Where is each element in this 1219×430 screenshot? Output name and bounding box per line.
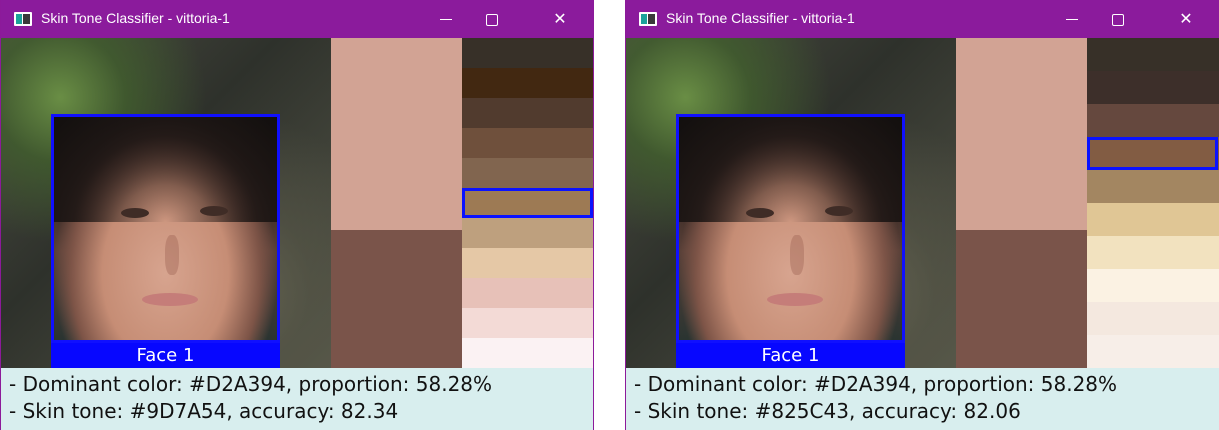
dominant-color-panel <box>956 38 1087 368</box>
app-icon <box>14 12 32 26</box>
desktop-screen: Skin Tone Classifier - vittoria-1 ✕ Face… <box>0 0 1219 430</box>
close-icon[interactable]: ✕ <box>537 0 583 38</box>
classifier-content: Face 1 <box>626 38 1219 368</box>
selected-skin-tone-outline <box>1087 137 1218 170</box>
dominant-color-secondary <box>956 230 1087 368</box>
title-bar[interactable]: Skin Tone Classifier - vittoria-1 ✕ <box>626 0 1219 38</box>
selected-skin-tone-outline <box>462 188 593 218</box>
dominant-color-secondary <box>331 230 462 368</box>
title-bar[interactable]: Skin Tone Classifier - vittoria-1 ✕ <box>1 0 593 38</box>
dominant-color-info: - Dominant color: #D2A394, proportion: 5… <box>634 372 1118 396</box>
palette-swatch <box>1087 236 1219 269</box>
palette-swatch <box>1087 302 1219 335</box>
window-title: Skin Tone Classifier - vittoria-1 <box>41 10 230 26</box>
palette-swatch <box>1087 170 1219 203</box>
dominant-color-info: - Dominant color: #D2A394, proportion: 5… <box>9 372 493 396</box>
dominant-color-panel <box>331 38 462 368</box>
classification-info: - Dominant color: #D2A394, proportion: 5… <box>1 368 593 430</box>
palette-swatch <box>462 338 593 368</box>
detected-face-box <box>676 114 905 343</box>
minimize-icon[interactable] <box>423 0 469 38</box>
palette-swatch <box>462 278 593 308</box>
classifier-window-right: Skin Tone Classifier - vittoria-1 ✕ Face… <box>625 0 1219 430</box>
palette-swatch <box>462 98 593 128</box>
dominant-color-primary <box>956 38 1087 230</box>
palette-swatch <box>462 308 593 338</box>
palette-swatch <box>1087 71 1219 104</box>
palette-swatch <box>462 128 593 158</box>
palette-swatch <box>1087 104 1219 137</box>
face-label: Face 1 <box>676 343 905 368</box>
maximize-icon[interactable] <box>1095 0 1141 38</box>
face-label: Face 1 <box>51 343 280 368</box>
palette-swatch <box>1087 269 1219 302</box>
minimize-icon[interactable] <box>1049 0 1095 38</box>
skin-tone-info: - Skin tone: #825C43, accuracy: 82.06 <box>634 399 1021 423</box>
detected-face-box <box>51 114 280 343</box>
palette-swatch <box>1087 203 1219 236</box>
classifier-window-left: Skin Tone Classifier - vittoria-1 ✕ Face… <box>0 0 594 430</box>
dominant-color-primary <box>331 38 462 230</box>
classifier-content: Face 1 <box>1 38 593 368</box>
skin-tone-palette <box>1087 38 1219 368</box>
close-icon[interactable]: ✕ <box>1163 0 1209 38</box>
palette-swatch <box>462 68 593 98</box>
classification-info: - Dominant color: #D2A394, proportion: 5… <box>626 368 1219 430</box>
maximize-icon[interactable] <box>469 0 515 38</box>
skin-tone-info: - Skin tone: #9D7A54, accuracy: 82.34 <box>9 399 399 423</box>
palette-swatch <box>1087 335 1219 368</box>
app-icon <box>639 12 657 26</box>
window-title: Skin Tone Classifier - vittoria-1 <box>666 10 855 26</box>
palette-swatch <box>462 158 593 188</box>
palette-swatch <box>1087 38 1219 71</box>
palette-swatch <box>462 218 593 248</box>
palette-swatch <box>462 38 593 68</box>
palette-swatch <box>462 248 593 278</box>
skin-tone-palette <box>462 38 593 368</box>
